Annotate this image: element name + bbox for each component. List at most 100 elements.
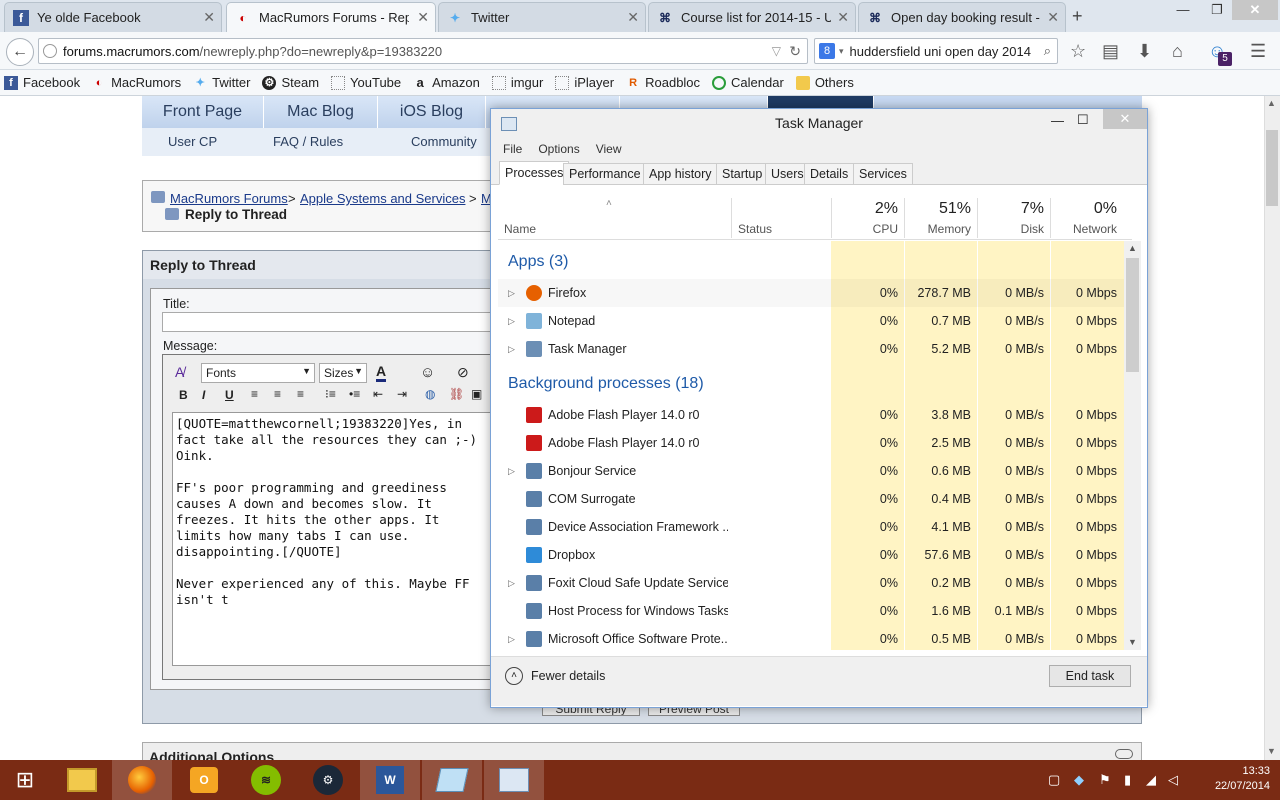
close-tab-icon[interactable]: ✕	[417, 9, 429, 26]
text-color-button[interactable]: A	[376, 363, 387, 382]
menu-options[interactable]: Options	[538, 142, 579, 156]
close-tab-icon[interactable]: ✕	[1047, 9, 1059, 26]
remove-format-icon[interactable]: A̸	[175, 364, 184, 380]
start-button[interactable]: ⊞	[0, 760, 50, 800]
outdent-icon[interactable]: ⇤	[373, 387, 383, 401]
close-button[interactable]: ✕	[1103, 109, 1147, 129]
align-left-icon[interactable]: ≡	[251, 387, 258, 401]
action-center-icon[interactable]: ⚑	[1099, 772, 1111, 788]
italic-button[interactable]: I	[202, 388, 205, 402]
close-tab-icon[interactable]: ✕	[203, 9, 215, 26]
tab-app-history[interactable]: App history	[643, 163, 718, 185]
expand-icon[interactable]: ▷	[508, 625, 515, 650]
align-right-icon[interactable]: ≡	[297, 387, 304, 401]
bookmark-imgur[interactable]: imgur	[491, 75, 543, 90]
scroll-down-icon[interactable]: ▼	[1128, 637, 1137, 647]
bookmark-iplayer[interactable]: iPlayer	[555, 75, 614, 90]
downloads-icon[interactable]: ⬇	[1137, 41, 1152, 62]
attachment-icon[interactable]: ⊘	[457, 364, 469, 381]
subnav-faq-rules[interactable]: FAQ / Rules	[273, 134, 343, 149]
numbered-list-icon[interactable]: ⁝≡	[325, 387, 336, 401]
expand-icon[interactable]: ▷	[508, 457, 515, 485]
taskbar-notepad[interactable]	[422, 760, 482, 800]
chevron-down-icon[interactable]: ▾	[839, 46, 844, 57]
dropdown-arrow-icon[interactable]: ▽	[772, 44, 781, 58]
column-memory[interactable]: Memory	[905, 222, 971, 236]
menu-file[interactable]: File	[503, 142, 522, 156]
collapse-icon[interactable]	[1115, 749, 1133, 759]
column-network[interactable]: Network	[1051, 222, 1117, 236]
tab-course-list[interactable]: ⌘ Course list for 2014-15 - Un... ✕	[648, 2, 856, 32]
indent-icon[interactable]: ⇥	[397, 387, 407, 401]
scroll-up-icon[interactable]: ▲	[1267, 98, 1276, 108]
new-tab-button[interactable]: +	[1072, 6, 1083, 27]
close-tab-icon[interactable]: ✕	[837, 9, 849, 26]
subnav-community[interactable]: Community	[411, 134, 477, 149]
remove-link-icon[interactable]: ⛓	[449, 387, 464, 401]
bookmarks-list-icon[interactable]: ▤	[1102, 41, 1119, 62]
process-row[interactable]: ▷ Notepad 0% 0.7 MB 0 MB/s 0 Mbps	[498, 307, 1124, 335]
tab-open-day[interactable]: ⌘ Open day booking result - ... ✕	[858, 2, 1066, 32]
back-button[interactable]: ←	[6, 38, 34, 66]
bulleted-list-icon[interactable]: •≡	[349, 387, 360, 401]
page-scrollbar-thumb[interactable]	[1266, 130, 1278, 206]
nav-mac-blog[interactable]: Mac Blog	[264, 96, 378, 128]
tray-overflow-icon[interactable]: ▢	[1048, 772, 1060, 788]
expand-icon[interactable]: ▷	[508, 307, 515, 335]
insert-image-icon[interactable]: ▣	[471, 387, 482, 401]
bookmark-youtube[interactable]: YouTube	[331, 75, 401, 90]
tab-facebook[interactable]: f Ye olde Facebook ✕	[4, 2, 222, 32]
bookmark-steam[interactable]: ⚙ Steam	[262, 75, 319, 90]
search-bar[interactable]: 8 ▾ huddersfield uni open day 2014 ⌕	[814, 38, 1058, 64]
dropbox-tray-icon[interactable]: ◆	[1074, 772, 1084, 788]
size-select[interactable]: Sizes ▼	[319, 363, 367, 383]
tab-macrumors[interactable]: ◐ MacRumors Forums - Repl... ✕	[226, 2, 436, 32]
minimize-button[interactable]: —	[1168, 0, 1198, 20]
taskbar-task-manager[interactable]	[484, 760, 544, 800]
title-input[interactable]	[162, 312, 492, 332]
bookmark-roadbloc[interactable]: R Roadbloc	[626, 75, 700, 90]
tab-twitter[interactable]: ✦ Twitter ✕	[438, 2, 646, 32]
google-search-icon[interactable]: 8	[819, 43, 835, 59]
search-input[interactable]: huddersfield uni open day 2014	[850, 44, 1031, 59]
process-row[interactable]: Host Process for Windows Tasks 0% 1.6 MB 0.…	[498, 597, 1124, 625]
process-row[interactable]: Dropbox 0% 57.6 MB 0 MB/s 0 Mbps	[498, 541, 1124, 569]
system-clock[interactable]: 13:33 22/07/2014	[1190, 764, 1270, 794]
expand-icon[interactable]: ▷	[508, 279, 515, 307]
reload-icon[interactable]: ↻	[789, 43, 801, 60]
process-row[interactable]: Device Association Framework ... 0% 4.1 MB…	[498, 513, 1124, 541]
search-icon[interactable]: ⌕	[1044, 43, 1051, 59]
taskbar-file-explorer[interactable]	[52, 760, 112, 800]
column-cpu[interactable]: CPU	[832, 222, 898, 236]
taskbar-spotify[interactable]: ≋	[236, 760, 296, 800]
insert-link-icon[interactable]: ◍	[425, 387, 435, 401]
process-row[interactable]: ▷ Task Manager 0% 5.2 MB 0 MB/s 0 Mbps	[498, 335, 1124, 363]
column-status[interactable]: Status	[738, 222, 772, 236]
bookmark-macrumors[interactable]: ◐ MacRumors	[92, 75, 181, 90]
nav-ios-blog[interactable]: iOS Blog	[378, 96, 486, 128]
tab-services[interactable]: Services	[853, 163, 913, 185]
close-window-button[interactable]: ✕	[1232, 0, 1278, 20]
process-row[interactable]: ▷ Bonjour Service 0% 0.6 MB 0 MB/s 0 Mbps	[498, 457, 1124, 485]
scroll-down-icon[interactable]: ▼	[1267, 746, 1276, 756]
bold-button[interactable]: B	[179, 388, 188, 402]
url-bar[interactable]: forums.macrumors.com/newreply.php?do=new…	[38, 38, 808, 64]
url-text[interactable]: forums.macrumors.com/newreply.php?do=new…	[63, 44, 442, 59]
scroll-up-icon[interactable]: ▲	[1128, 243, 1137, 253]
bookmark-amazon[interactable]: a Amazon	[413, 75, 480, 90]
process-row[interactable]: ▷ Foxit Cloud Safe Update Service 0% 0.2 MB…	[498, 569, 1124, 597]
tab-startup[interactable]: Startup	[716, 163, 769, 185]
process-row[interactable]: Adobe Flash Player 14.0 r0 0% 3.8 MB 0 MB/s…	[498, 401, 1124, 429]
nav-front-page[interactable]: Front Page	[142, 96, 264, 128]
home-icon[interactable]: ⌂	[1172, 41, 1183, 62]
taskbar-word[interactable]: W	[360, 760, 420, 800]
close-tab-icon[interactable]: ✕	[627, 9, 639, 26]
tab-processes[interactable]: Processes	[499, 161, 570, 185]
tab-performance[interactable]: Performance	[563, 163, 647, 185]
taskbar-firefox[interactable]	[112, 760, 172, 800]
wifi-icon[interactable]: ◢	[1146, 772, 1156, 788]
restore-button[interactable]: ❐	[1202, 0, 1232, 20]
bookmark-twitter[interactable]: ✦ Twitter	[193, 75, 251, 90]
process-row[interactable]: ▷ Firefox 0% 278.7 MB 0 MB/s 0 Mbps	[498, 279, 1124, 307]
tab-users[interactable]: Users	[765, 163, 810, 185]
